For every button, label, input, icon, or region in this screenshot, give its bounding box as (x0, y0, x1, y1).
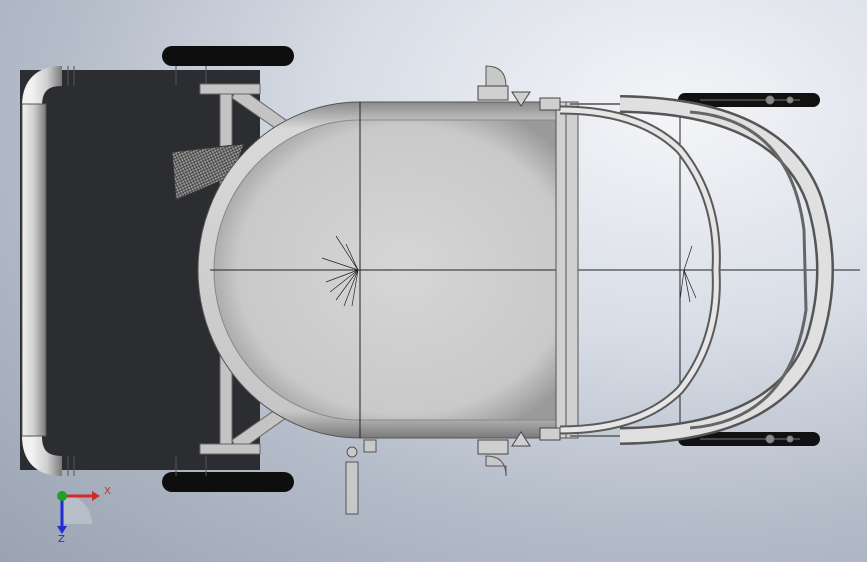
y-axis-icon (57, 491, 67, 501)
cad-viewport[interactable]: X Z (0, 0, 867, 562)
tank[interactable] (197, 101, 860, 439)
x-axis-label: X (104, 486, 111, 497)
nozzle (345, 439, 377, 515)
model-drawing[interactable] (0, 0, 867, 562)
wheel-top-left (162, 46, 294, 66)
z-axis-label: Z (58, 534, 65, 545)
axis-triad: X Z (40, 480, 120, 550)
origin-burst-right (679, 245, 697, 303)
